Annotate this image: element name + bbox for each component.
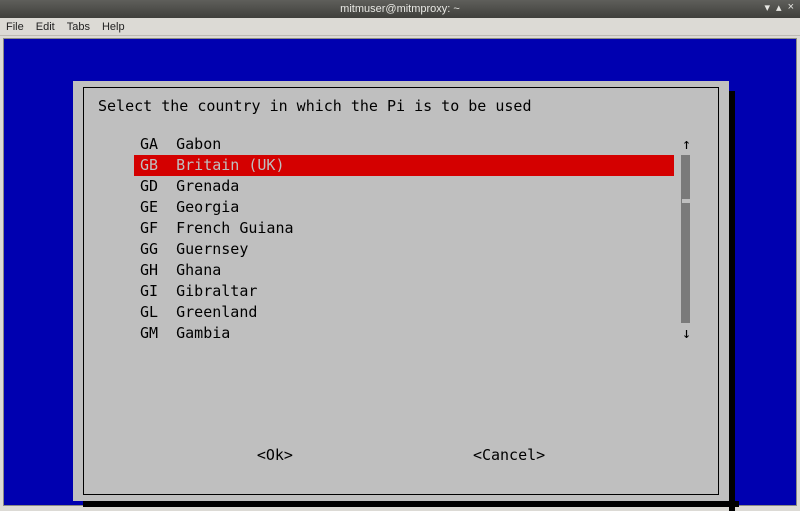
- country-list-item[interactable]: GE Georgia: [134, 197, 674, 218]
- scrollbar[interactable]: ↑ ↓: [680, 134, 692, 344]
- country-list-item[interactable]: GB Britain (UK): [134, 155, 674, 176]
- dialog-shadow: [83, 501, 739, 507]
- menu-tabs[interactable]: Tabs: [67, 21, 90, 33]
- country-list-item[interactable]: GD Grenada: [134, 176, 674, 197]
- menu-help[interactable]: Help: [102, 21, 125, 33]
- terminal-window: Select the country in which the Pi is to…: [3, 38, 797, 506]
- window-maximize-icon[interactable]: ▴: [776, 1, 784, 14]
- scroll-track[interactable]: [681, 155, 690, 323]
- country-select-dialog: Select the country in which the Pi is to…: [73, 81, 729, 501]
- country-list-item[interactable]: GI Gibraltar: [134, 281, 674, 302]
- scroll-up-icon[interactable]: ↑: [682, 134, 691, 155]
- country-list-item[interactable]: GF French Guiana: [134, 218, 674, 239]
- dialog-prompt: Select the country in which the Pi is to…: [98, 96, 531, 117]
- country-list-item[interactable]: GM Gambia: [134, 323, 674, 344]
- cancel-button[interactable]: <Cancel>: [473, 445, 545, 466]
- ok-button[interactable]: <Ok>: [257, 445, 293, 466]
- dialog-border: Select the country in which the Pi is to…: [83, 87, 719, 495]
- window-minimize-icon[interactable]: ▾: [765, 1, 773, 14]
- menu-file[interactable]: File: [6, 21, 24, 33]
- country-list-item[interactable]: GL Greenland: [134, 302, 674, 323]
- window-titlebar: mitmuser@mitmproxy: ~ ▾ ▴ ×: [0, 0, 800, 18]
- country-listbox[interactable]: GA GabonGB Britain (UK)GD GrenadaGE Geor…: [134, 134, 674, 344]
- menu-bar: File Edit Tabs Help: [0, 18, 800, 36]
- window-controls: ▾ ▴ ×: [765, 1, 797, 14]
- scroll-thumb-gap: [682, 199, 691, 203]
- country-list-item[interactable]: GA Gabon: [134, 134, 674, 155]
- dialog-shadow: [729, 91, 735, 511]
- window-title: mitmuser@mitmproxy: ~: [340, 3, 460, 15]
- menu-edit[interactable]: Edit: [36, 21, 55, 33]
- country-list-item[interactable]: GH Ghana: [134, 260, 674, 281]
- window-close-icon[interactable]: ×: [788, 1, 796, 14]
- country-list-item[interactable]: GG Guernsey: [134, 239, 674, 260]
- dialog-buttons: <Ok> <Cancel>: [84, 445, 718, 466]
- scroll-down-icon[interactable]: ↓: [682, 323, 691, 344]
